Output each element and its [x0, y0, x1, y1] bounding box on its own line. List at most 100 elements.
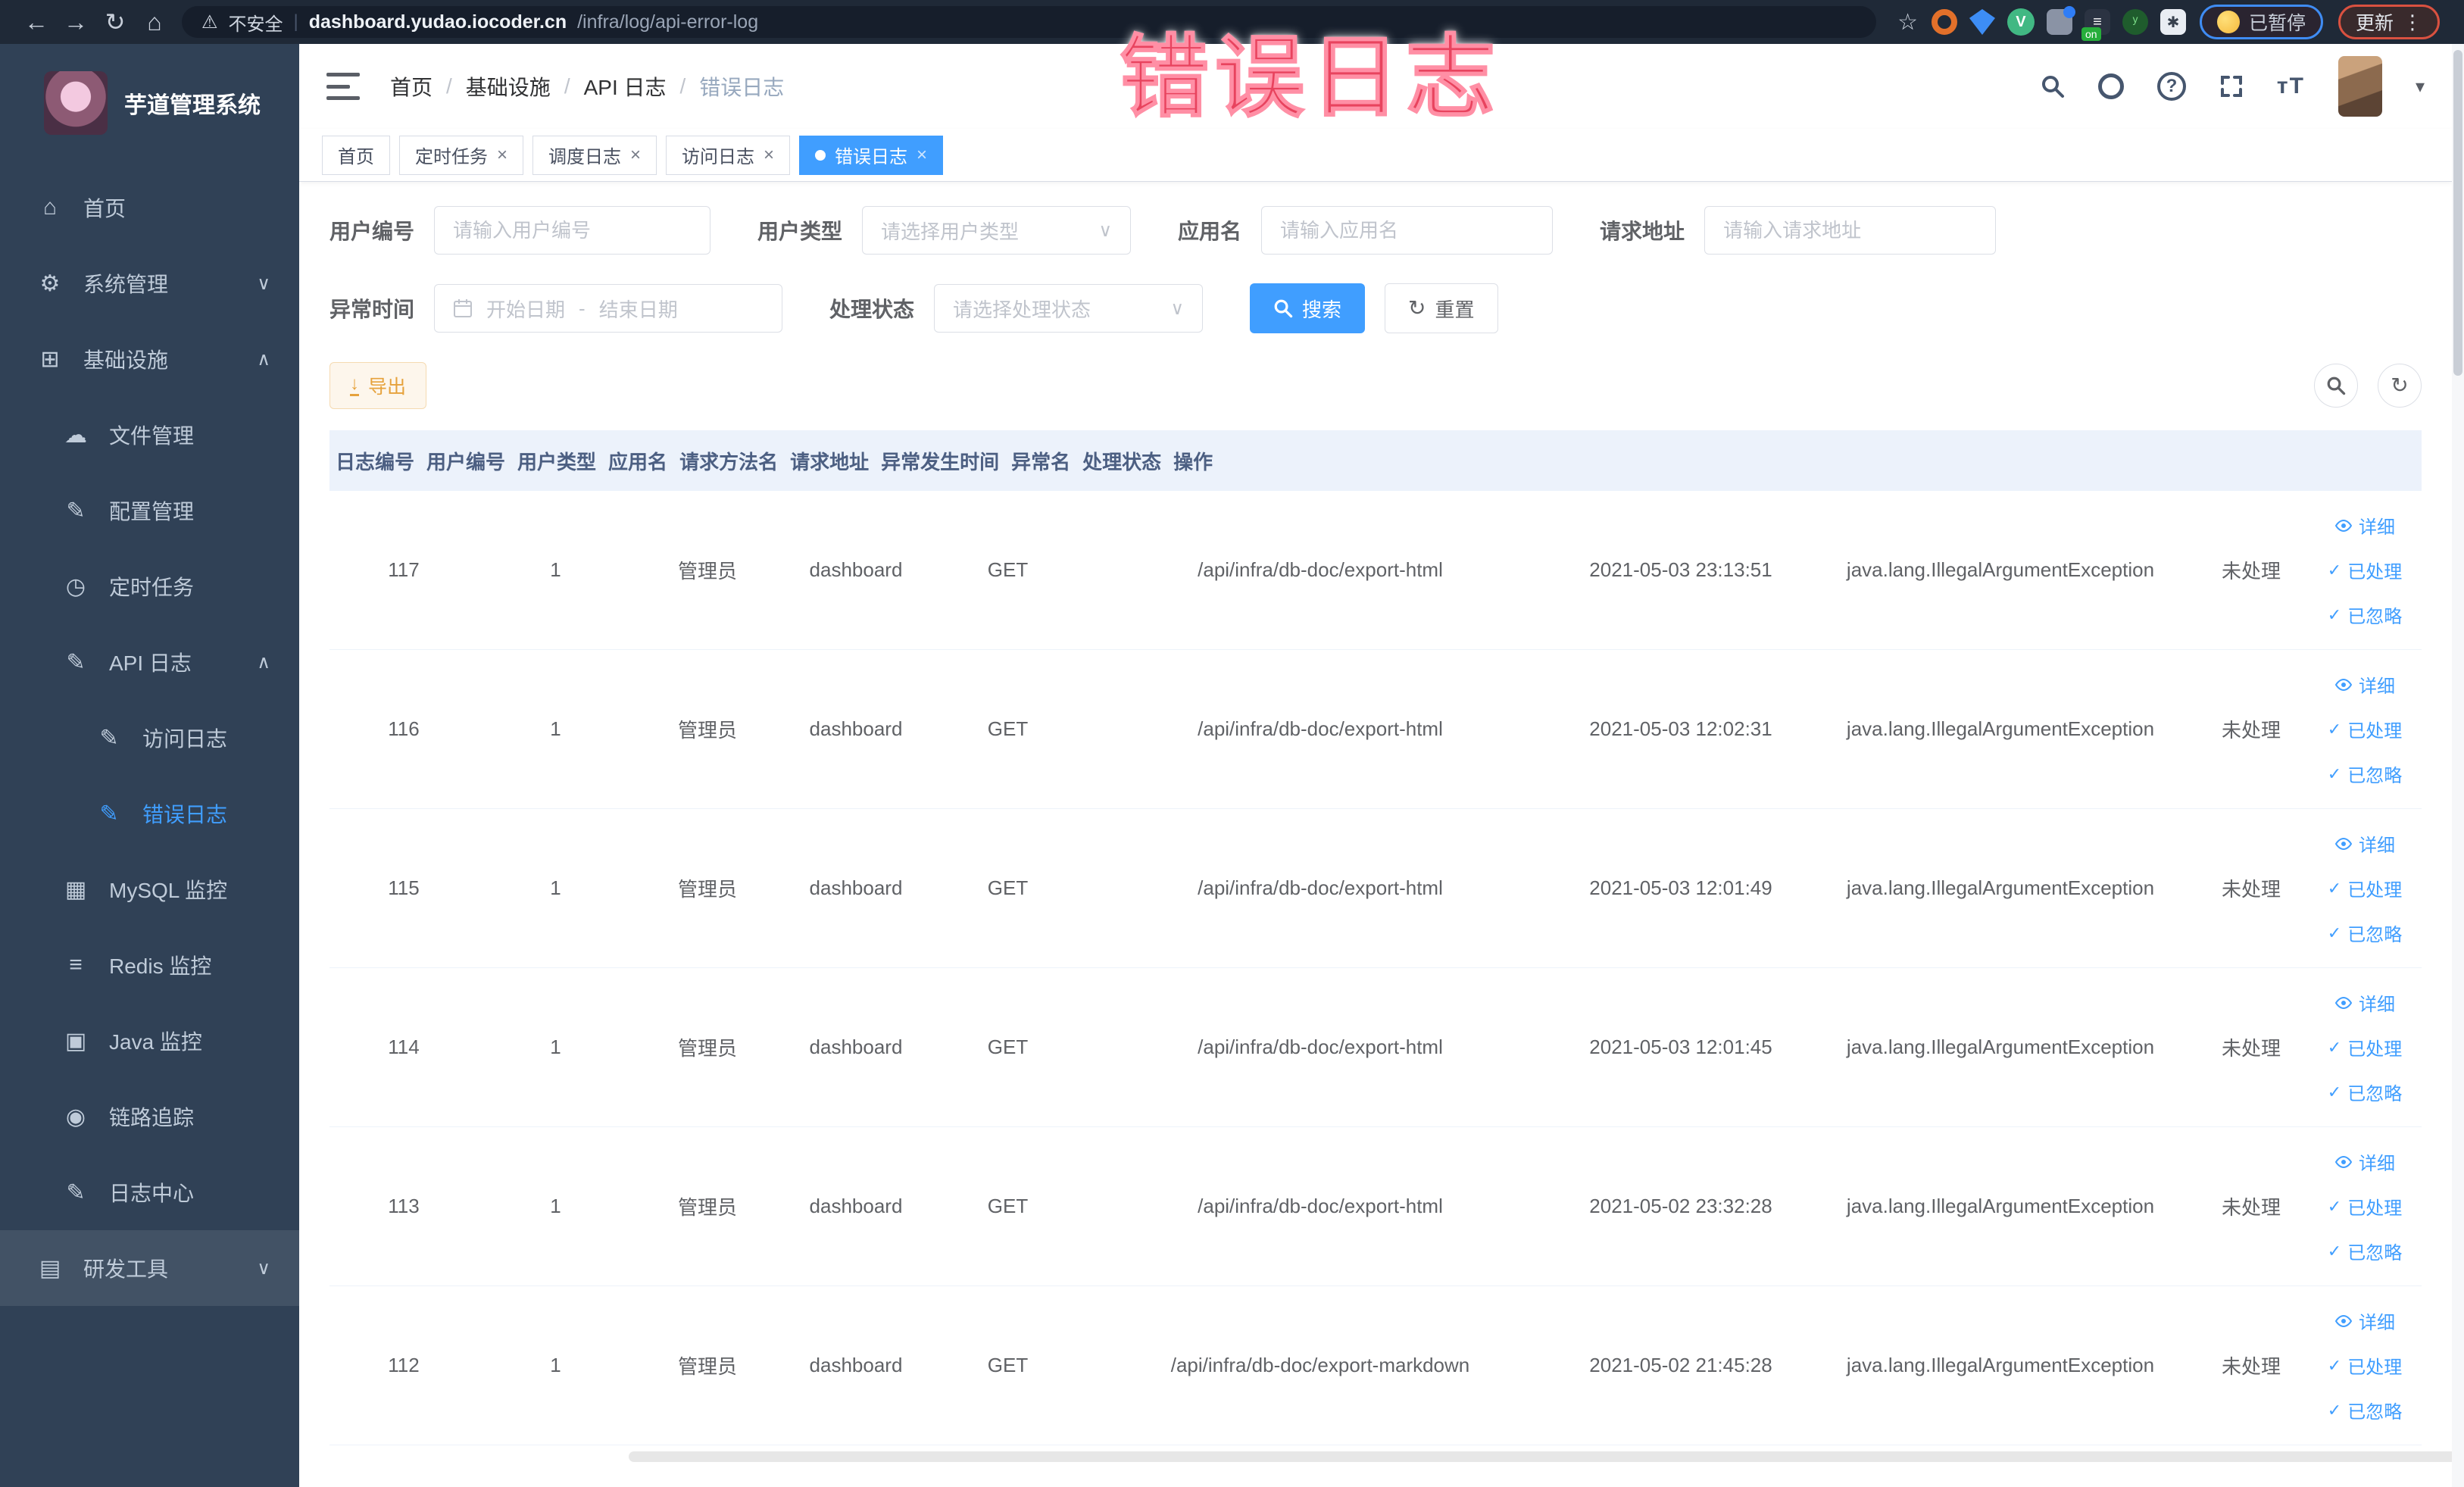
app-name-input[interactable] — [1261, 206, 1554, 255]
extension-shield-icon[interactable] — [1969, 9, 1995, 35]
chevron-down-icon[interactable]: ▾ — [2416, 76, 2425, 98]
detail-link[interactable]: 详细 — [2334, 1307, 2395, 1334]
detail-link[interactable]: 详细 — [2334, 989, 2395, 1016]
check-icon: ✓ — [2327, 1241, 2342, 1261]
detail-link[interactable]: 详细 — [2334, 512, 2395, 539]
sidebar-item-api-log[interactable]: ✎ API 日志 ∧ — [0, 624, 299, 700]
sidebar-item-trace[interactable]: ◉ 链路追踪 — [0, 1079, 299, 1154]
close-icon[interactable]: × — [497, 145, 507, 164]
mark-ignored-link[interactable]: ✓ 已忽略 — [2328, 920, 2402, 946]
sidebar-item-log-center[interactable]: ✎ 日志中心 — [0, 1154, 299, 1230]
cell-app-name: dashboard — [809, 1195, 903, 1217]
extension-orange-icon[interactable] — [1931, 9, 1957, 35]
tab-access-log[interactable]: 访问日志 × — [666, 135, 791, 175]
paused-extension-pill[interactable]: 已暂停 — [2199, 5, 2323, 39]
sidebar-item-redis-monitor[interactable]: ≡ Redis 监控 — [0, 927, 299, 1003]
mark-ignored-link[interactable]: ✓ 已忽略 — [2328, 1397, 2402, 1423]
search-icon[interactable] — [2041, 74, 2065, 98]
extension-vue-devtools-icon[interactable]: V — [2006, 8, 2035, 36]
sidebar-item-home[interactable]: ⌂ 首页 — [0, 170, 299, 245]
extension-grid-icon[interactable] — [2046, 6, 2075, 35]
mark-processed-link[interactable]: ✓ 已处理 — [2328, 716, 2402, 742]
sidebar-item-cron-job[interactable]: ◷ 定时任务 — [0, 548, 299, 624]
breadcrumb-api-log[interactable]: API 日志 — [584, 71, 667, 102]
home-icon[interactable]: ⌂ — [135, 8, 174, 36]
avatar[interactable] — [2338, 56, 2382, 117]
sidebar-item-config-manage[interactable]: ✎ 配置管理 — [0, 473, 299, 548]
mark-processed-link[interactable]: ✓ 已处理 — [2328, 875, 2402, 901]
mark-ignored-link[interactable]: ✓ 已忽略 — [2328, 761, 2402, 787]
tab-home[interactable]: 首页 — [322, 135, 390, 175]
user-type-select[interactable]: 请选择用户类型 ∨ — [862, 206, 1132, 255]
mark-ignored-link[interactable]: ✓ 已忽略 — [2328, 601, 2402, 628]
breadcrumb-home[interactable]: 首页 — [390, 71, 433, 102]
horizontal-scrollbar[interactable] — [629, 1451, 2452, 1462]
reload-icon[interactable]: ↻ — [95, 8, 135, 36]
sidebar-collapse-icon[interactable] — [326, 73, 360, 100]
user-id-input[interactable] — [434, 206, 711, 255]
filter-row-1: 用户编号 用户类型 请选择用户类型 ∨ 应用名 请求地址 — [329, 206, 2422, 255]
column-header: 请求方法名 — [679, 450, 779, 473]
mark-ignored-link[interactable]: ✓ 已忽略 — [2328, 1079, 2402, 1105]
toggle-search-button[interactable] — [2314, 364, 2358, 408]
mark-processed-link[interactable]: ✓ 已处理 — [2328, 1193, 2402, 1220]
app-header: 首页 / 基础设施 / API 日志 / 错误日志 ? тT ▾ — [299, 44, 2452, 129]
detail-link[interactable]: 详细 — [2334, 1148, 2395, 1175]
extension-paw-icon[interactable]: ✱ — [2160, 9, 2186, 35]
extension-sprout-icon[interactable]: ʸ — [2122, 9, 2148, 35]
close-icon[interactable]: × — [917, 145, 927, 164]
github-icon[interactable] — [2097, 73, 2124, 99]
layers-icon: ≡ — [69, 952, 83, 977]
tab-schedule-log[interactable]: 调度日志 × — [532, 135, 657, 175]
detail-link-label: 详细 — [2359, 995, 2395, 1015]
search-button[interactable]: 搜索 — [1250, 283, 1366, 333]
forward-icon[interactable]: → — [56, 8, 95, 36]
bookmark-star-icon[interactable]: ☆ — [1897, 9, 1918, 36]
close-icon[interactable]: × — [630, 145, 641, 164]
browser-update-menu[interactable]: 更新 ⋮ — [2338, 5, 2440, 39]
detail-link[interactable]: 详细 — [2334, 830, 2395, 857]
sidebar-item-infrastructure[interactable]: ⊞ 基础设施 ∧ — [0, 321, 299, 397]
sidebar-item-system[interactable]: ⚙ 系统管理 ∨ — [0, 245, 299, 321]
sidebar-item-label: Redis 监控 — [109, 954, 212, 978]
mark-processed-label: 已处理 — [2347, 1039, 2403, 1060]
detail-link[interactable]: 详细 — [2334, 671, 2395, 698]
mark-processed-link[interactable]: ✓ 已处理 — [2328, 1034, 2402, 1061]
vertical-scrollbar-track[interactable] — [2452, 44, 2464, 1487]
mark-processed-link[interactable]: ✓ 已处理 — [2328, 1352, 2402, 1379]
font-size-icon[interactable]: тT — [2277, 73, 2305, 99]
cell-user-id: 1 — [550, 1195, 561, 1217]
address-bar[interactable]: ⚠ 不安全 | dashboard.yudao.iocoder.cn /infr… — [182, 6, 1877, 38]
sidebar-item-devtools[interactable]: ▤ 研发工具 ∨ — [0, 1230, 299, 1306]
timer-icon: ◷ — [65, 573, 86, 599]
eye-icon — [2334, 517, 2353, 535]
export-button[interactable]: ↓ 导出 — [329, 362, 427, 409]
help-icon[interactable]: ? — [2156, 72, 2186, 101]
sidebar-item-java-monitor[interactable]: ▣ Java 监控 — [0, 1003, 299, 1079]
fullscreen-icon[interactable] — [2219, 74, 2244, 98]
back-icon[interactable]: ← — [17, 8, 56, 36]
sidebar-item-error-log[interactable]: ✎ 错误日志 — [0, 776, 299, 851]
mark-ignored-link[interactable]: ✓ 已忽略 — [2328, 1238, 2402, 1264]
extension-switch-icon[interactable]: ≡ on — [2081, 9, 2110, 41]
cell-method: GET — [987, 1195, 1029, 1217]
sidebar-item-file-manage[interactable]: ☁ 文件管理 — [0, 397, 299, 473]
sidebar-item-access-log[interactable]: ✎ 访问日志 — [0, 700, 299, 776]
column-header: 异常名 — [1011, 450, 1071, 473]
request-url-input[interactable] — [1704, 206, 1997, 255]
process-status-select[interactable]: 请选择处理状态 ∨ — [934, 284, 1204, 333]
tab-cron-job[interactable]: 定时任务 × — [399, 135, 524, 175]
sidebar-item-mysql-monitor[interactable]: ▦ MySQL 监控 — [0, 851, 299, 927]
date-range-picker[interactable]: 开始日期 - 结束日期 — [434, 284, 783, 333]
reset-button[interactable]: ↻ 重置 — [1385, 283, 1498, 333]
refresh-table-button[interactable]: ↻ — [2378, 364, 2422, 408]
breadcrumb-infrastructure[interactable]: 基础设施 — [466, 71, 551, 102]
cell-user-type: 管理员 — [677, 878, 737, 901]
mark-processed-label: 已处理 — [2347, 721, 2403, 742]
close-icon[interactable]: × — [764, 145, 774, 164]
emoji-face-icon — [2216, 11, 2240, 33]
vertical-scrollbar-thumb[interactable] — [2453, 50, 2462, 376]
mark-processed-link[interactable]: ✓ 已处理 — [2328, 557, 2402, 583]
tab-error-log[interactable]: 错误日志 × — [799, 135, 944, 175]
logo-row[interactable]: 芋道管理系统 — [0, 44, 299, 150]
